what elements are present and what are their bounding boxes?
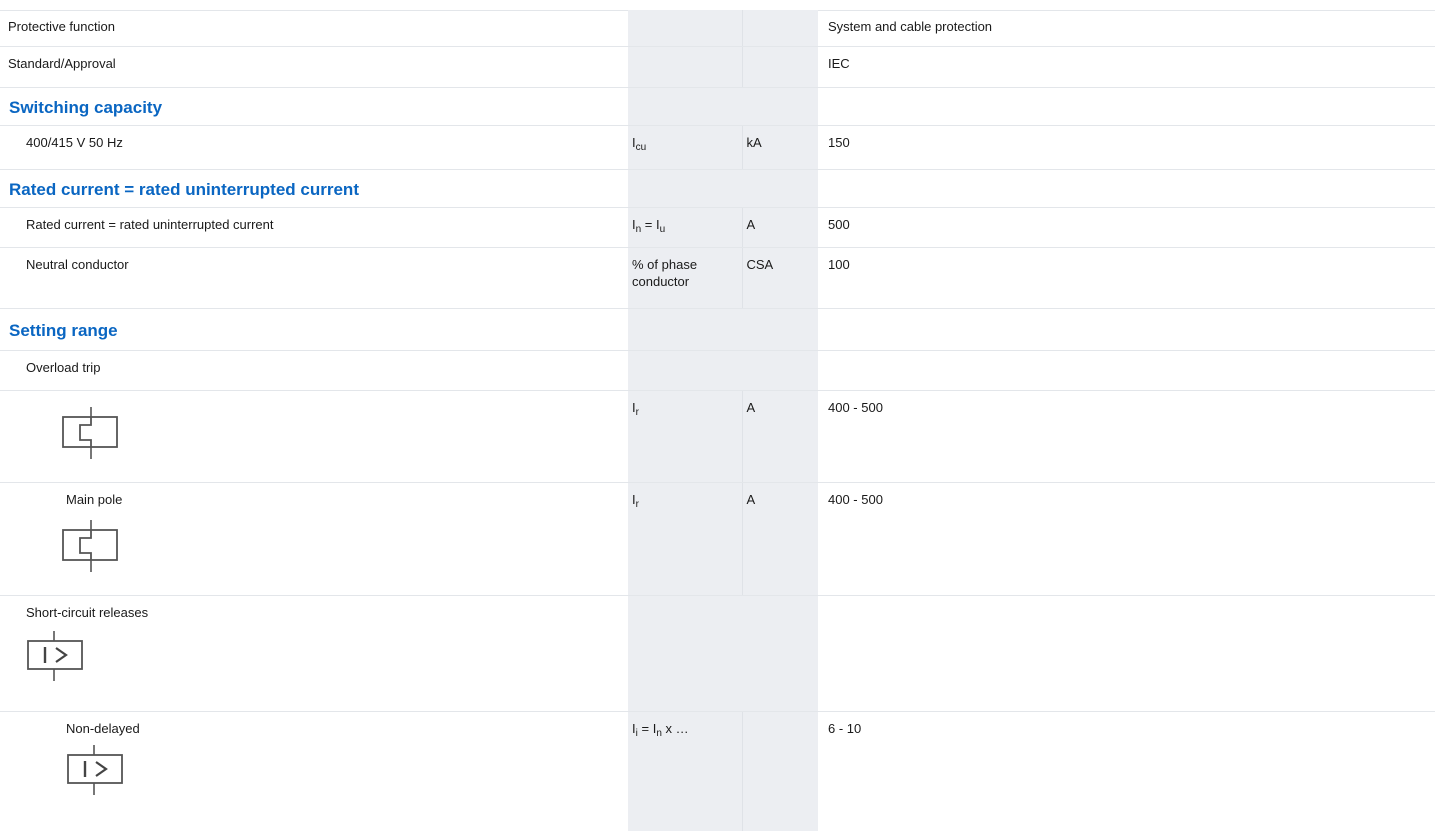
switching-capacity-heading: Switching capacity — [0, 87, 628, 126]
row-overload-trip: Overload trip — [0, 350, 1435, 391]
row-overload-symbol: Ir A 400 - 500 — [0, 390, 1435, 483]
main-pole-unit: A — [741, 482, 818, 596]
voltage-label: 400/415 V 50 Hz — [0, 125, 628, 170]
thermal-release-icon — [58, 516, 622, 574]
neutral-conductor-value: 100 — [818, 247, 1435, 309]
row-standard-approval: Standard/Approval IEC — [0, 46, 1435, 88]
short-circuit-release-icon — [58, 743, 622, 797]
row-setting-range-heading: Setting range — [0, 308, 1435, 351]
standard-approval-value: IEC — [818, 46, 1435, 88]
protective-function-label: Protective function — [0, 10, 628, 47]
row-neutral-conductor: Neutral conductor % of phase conductor C… — [0, 247, 1435, 309]
row-rated-current-heading: Rated current = rated uninterrupted curr… — [0, 169, 1435, 208]
rated-current-value: 500 — [818, 207, 1435, 248]
short-circuit-label: Short-circuit releases — [26, 604, 149, 620]
main-pole-value: 400 - 500 — [818, 482, 1435, 596]
thermal-release-icon — [58, 403, 622, 461]
voltage-value: 150 — [818, 125, 1435, 170]
technical-data-table: Protective function System and cable pro… — [0, 10, 1435, 831]
row-short-circuit: Short-circuit releases — [0, 595, 1435, 712]
overload-unit: A — [741, 390, 818, 483]
main-pole-label: Main pole — [66, 491, 123, 507]
short-circuit-release-icon — [18, 629, 622, 683]
row-non-delayed: Non-delayed Ii = In x … 6 - 10 — [0, 711, 1435, 831]
ir-symbol: Ir — [628, 390, 742, 483]
voltage-unit: kA — [741, 125, 818, 170]
non-delayed-label: Non-delayed — [66, 720, 140, 736]
standard-approval-label: Standard/Approval — [0, 46, 628, 88]
overload-value: 400 - 500 — [818, 390, 1435, 483]
ii-symbol: Ii = In x … — [628, 711, 742, 831]
row-voltage-400: 400/415 V 50 Hz Icu kA 150 — [0, 125, 1435, 170]
rated-current-label: Rated current = rated uninterrupted curr… — [0, 207, 628, 248]
row-protective-function: Protective function System and cable pro… — [0, 10, 1435, 47]
neutral-conductor-unit: CSA — [741, 247, 818, 309]
non-delayed-value: 6 - 10 — [828, 720, 862, 736]
rated-current-heading: Rated current = rated uninterrupted curr… — [0, 169, 628, 208]
icu-symbol: Icu — [628, 125, 742, 170]
in-iu-symbol: In = Iu — [628, 207, 742, 248]
row-main-pole: Main pole Ir A 400 - 500 — [0, 482, 1435, 596]
setting-range-heading: Setting range — [0, 308, 628, 351]
neutral-conductor-label: Neutral conductor — [0, 247, 628, 309]
rated-current-unit: A — [741, 207, 818, 248]
protective-function-value: System and cable protection — [818, 10, 1435, 47]
row-switching-capacity-heading: Switching capacity — [0, 87, 1435, 126]
ir-symbol: Ir — [628, 482, 742, 596]
neutral-conductor-symbol: % of phase conductor — [628, 247, 742, 309]
overload-trip-label: Overload trip — [0, 350, 628, 391]
row-rated-current: Rated current = rated uninterrupted curr… — [0, 207, 1435, 248]
